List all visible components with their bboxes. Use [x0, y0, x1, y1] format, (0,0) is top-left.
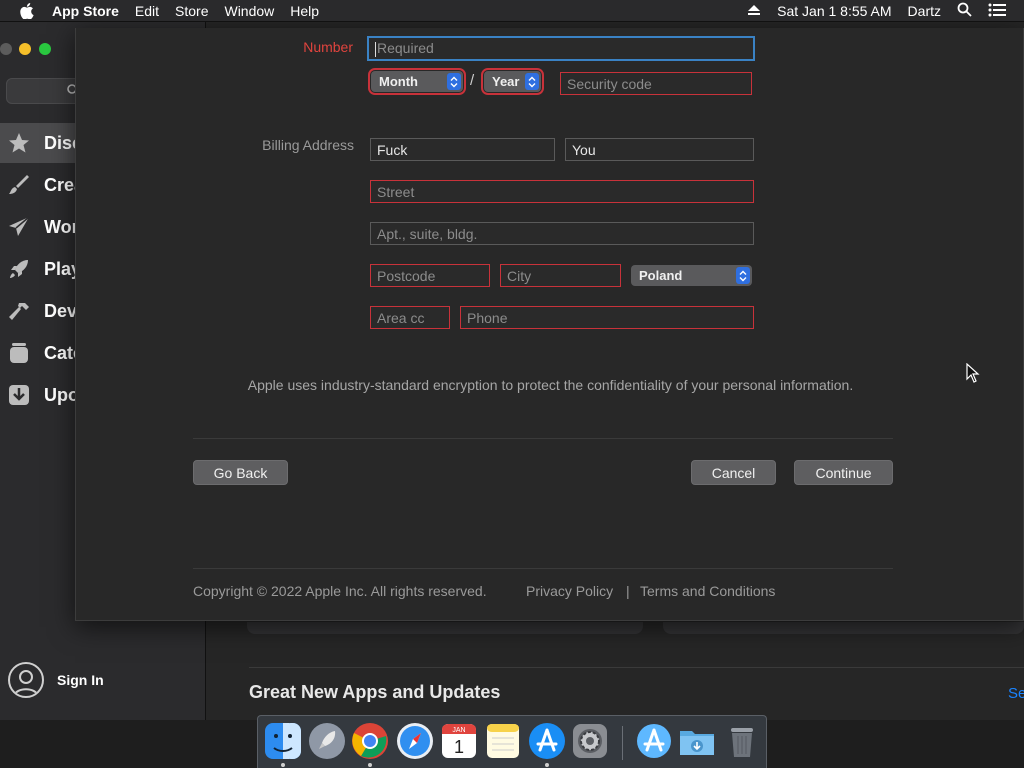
- go-back-button[interactable]: Go Back: [193, 460, 288, 485]
- trash-icon[interactable]: [723, 722, 761, 760]
- phone-field[interactable]: Phone: [460, 306, 754, 329]
- year-select[interactable]: Year: [481, 68, 544, 95]
- chrome-icon[interactable]: [351, 722, 389, 760]
- zoom-window-button[interactable]: [39, 43, 51, 55]
- notes-icon[interactable]: [484, 722, 522, 760]
- featured-card[interactable]: [247, 622, 643, 634]
- divider: [193, 568, 893, 569]
- paper-plane-icon: [6, 214, 32, 240]
- sidebar-item-label: Wor: [44, 216, 79, 237]
- month-select[interactable]: Month: [368, 68, 466, 95]
- terms-link[interactable]: Terms and Conditions: [640, 583, 775, 599]
- section-title: Great New Apps and Updates: [249, 682, 501, 702]
- encryption-notice: Apple uses industry-standard encryption …: [247, 377, 854, 393]
- avatar: [8, 662, 44, 698]
- calendar-day: 1: [454, 737, 464, 757]
- featured-card[interactable]: [663, 622, 1024, 634]
- launchpad-icon[interactable]: [308, 722, 346, 760]
- box-icon: [6, 340, 32, 366]
- spotlight-search-icon[interactable]: [957, 2, 972, 20]
- billing-address-label: Billing Address: [262, 137, 354, 153]
- cancel-button[interactable]: Cancel: [691, 460, 776, 485]
- menu-store[interactable]: Store: [175, 3, 208, 19]
- menu-bar: App Store Edit Store Window Help Sat Jan…: [0, 0, 1024, 22]
- user-menu[interactable]: Dartz: [908, 3, 941, 19]
- sidebar-item-label: Dev: [44, 300, 78, 321]
- notification-center-icon[interactable]: [988, 3, 1006, 20]
- chevron-up-down-icon: [736, 267, 750, 284]
- postcode-field[interactable]: Postcode: [370, 264, 490, 287]
- first-name-field[interactable]: Fuck: [370, 138, 555, 161]
- menu-edit[interactable]: Edit: [135, 3, 159, 19]
- system-preferences-icon[interactable]: [571, 722, 609, 760]
- app-menu[interactable]: App Store: [52, 3, 119, 19]
- last-name-field[interactable]: You: [565, 138, 754, 161]
- menu-window[interactable]: Window: [224, 3, 274, 19]
- payment-sheet: Number Required Month / Year Security co…: [75, 28, 1024, 621]
- eject-icon[interactable]: [747, 3, 761, 19]
- dock: JAN 1: [257, 715, 767, 768]
- country-select[interactable]: Poland: [631, 265, 752, 286]
- apt-field[interactable]: Apt., suite, bldg.: [370, 222, 754, 245]
- finder-icon[interactable]: [264, 722, 302, 760]
- sign-in-label: Sign In: [57, 672, 104, 688]
- calendar-month: JAN: [452, 727, 465, 734]
- brush-icon: [6, 172, 32, 198]
- dock-separator: [622, 726, 623, 760]
- sidebar-item-label: Upo: [44, 384, 79, 405]
- menu-help[interactable]: Help: [290, 3, 319, 19]
- section-divider: [249, 667, 1024, 668]
- street-field[interactable]: Street: [370, 180, 754, 203]
- apple-menu-icon[interactable]: [20, 2, 38, 19]
- city-field[interactable]: City: [500, 264, 621, 287]
- running-indicator: [368, 763, 372, 767]
- minimize-window-button[interactable]: [19, 43, 31, 55]
- running-indicator: [281, 763, 285, 767]
- downloads-folder-icon[interactable]: [678, 722, 716, 760]
- hammer-icon: [6, 298, 32, 324]
- security-code-field[interactable]: Security code: [560, 72, 752, 95]
- divider: [193, 438, 893, 439]
- applications-folder-icon[interactable]: [635, 722, 673, 760]
- date-separator: /: [470, 72, 475, 89]
- privacy-policy-link[interactable]: Privacy Policy: [526, 583, 613, 599]
- close-window-button[interactable]: [0, 43, 12, 55]
- rocket-icon: [6, 256, 32, 282]
- copyright-text: Copyright © 2022 Apple Inc. All rights r…: [193, 583, 487, 599]
- continue-button[interactable]: Continue: [794, 460, 893, 485]
- app-store-icon[interactable]: [528, 722, 566, 760]
- download-icon: [6, 382, 32, 408]
- calendar-icon[interactable]: JAN 1: [440, 722, 478, 760]
- mouse-pointer-icon: [966, 362, 980, 388]
- area-code-field[interactable]: Area cc: [370, 306, 450, 329]
- number-label: Number: [303, 39, 353, 55]
- running-indicator: [545, 763, 549, 767]
- footer-separator: |: [626, 583, 630, 599]
- see-all-link[interactable]: Se: [1008, 685, 1024, 702]
- chevron-up-down-icon: [447, 73, 461, 90]
- safari-icon[interactable]: [396, 722, 434, 760]
- clock[interactable]: Sat Jan 1 8:55 AM: [777, 3, 891, 19]
- star-icon: [6, 130, 32, 156]
- chevron-up-down-icon: [525, 73, 539, 90]
- sign-in-button[interactable]: Sign In: [8, 662, 104, 698]
- card-number-field[interactable]: Required: [367, 36, 755, 61]
